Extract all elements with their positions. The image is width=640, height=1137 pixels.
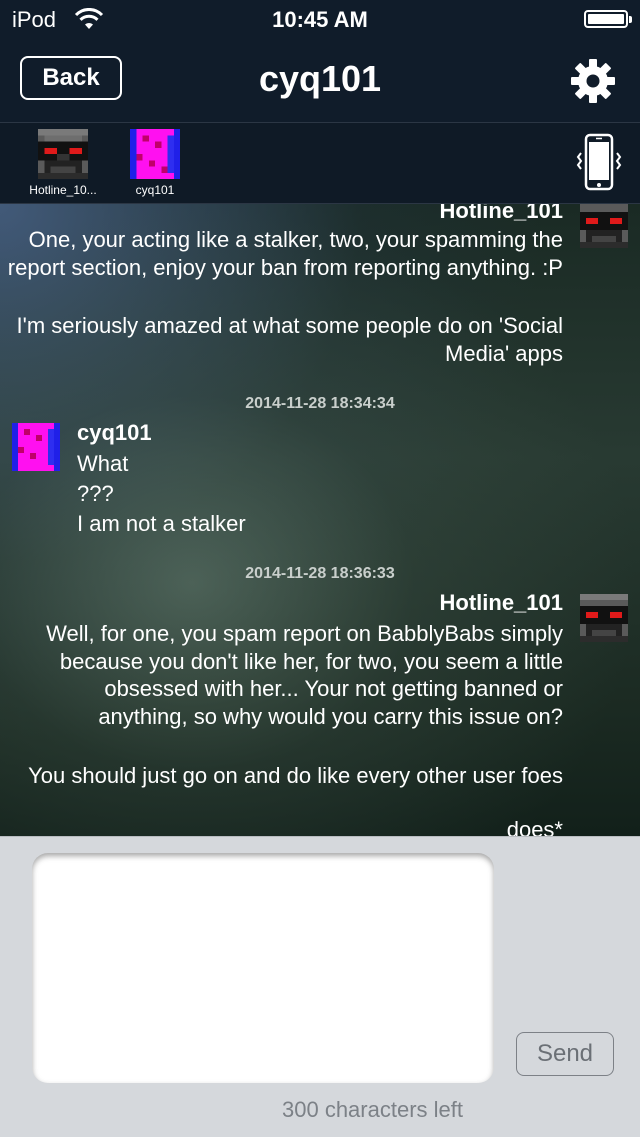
navigation-bar: Back cyq101: [0, 40, 640, 123]
message-text: One, your acting like a stalker, two, yo…: [7, 227, 563, 280]
message-text: ???: [77, 481, 114, 506]
message-text: What: [77, 451, 129, 476]
battery-icon: [584, 10, 632, 28]
robot-avatar-icon: [580, 204, 628, 248]
participant-hotline[interactable]: Hotline_10...: [18, 129, 108, 197]
sender-name: Hotline_101: [439, 204, 564, 223]
robot-avatar-icon: [580, 594, 628, 642]
robot-avatar-icon: [38, 129, 88, 179]
participant-name: cyq101: [135, 183, 175, 197]
clock: 10:45 AM: [272, 7, 368, 32]
message-text: You should just go on and do like every …: [28, 763, 563, 788]
status-bar: iPod 10:45 AM: [0, 0, 640, 40]
sender-name: Hotline_101: [439, 590, 564, 615]
message-input[interactable]: [32, 853, 494, 1083]
participant-cyq101[interactable]: cyq101: [110, 129, 200, 197]
message-text: does*: [506, 817, 563, 836]
chat-area[interactable]: Hotline_101 One, your acting like a stal…: [0, 204, 640, 836]
characters-left-label: 300 characters left: [282, 1097, 463, 1122]
participant-name: Hotline_10...: [29, 183, 97, 197]
phone-vibrate-icon[interactable]: [574, 133, 624, 191]
composer: Send 300 characters left: [0, 836, 640, 1137]
magenta-blue-avatar-icon: [12, 423, 60, 471]
message-text: Well, for one, you spam report on Babbly…: [46, 621, 563, 729]
sender-name: cyq101: [77, 420, 152, 445]
message-text: I'm seriously amazed at what some people…: [16, 313, 563, 366]
gear-icon[interactable]: [570, 58, 616, 104]
message-text: I am not a stalker: [77, 511, 246, 536]
timestamp: 2014-11-28 18:34:34: [245, 395, 395, 412]
send-button[interactable]: Send: [516, 1032, 614, 1076]
timestamp: 2014-11-28 18:36:33: [245, 565, 395, 582]
participant-bar: Hotline_10... cyq101: [0, 123, 640, 204]
back-button[interactable]: Back: [20, 56, 122, 100]
magenta-blue-avatar-icon: [130, 129, 180, 179]
